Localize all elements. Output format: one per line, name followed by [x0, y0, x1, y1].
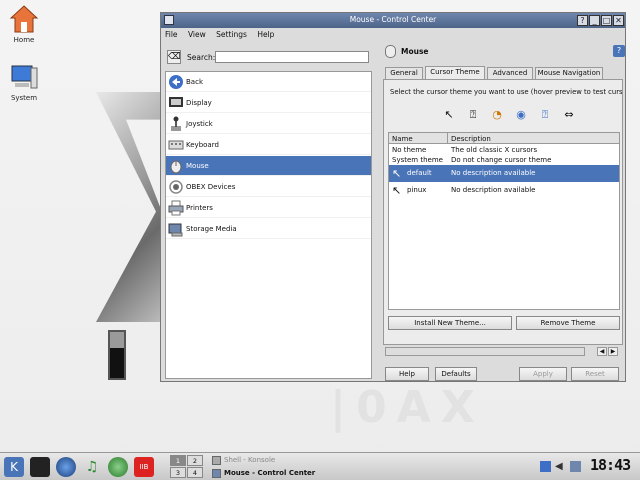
home-icon	[9, 5, 39, 33]
tab-cursor-theme[interactable]: Cursor Theme	[425, 66, 485, 79]
scroll-left-icon[interactable]: ◀	[597, 347, 607, 356]
konsole-icon	[212, 456, 221, 465]
module-item-display[interactable]: Display	[166, 93, 371, 113]
storage-icon	[168, 223, 183, 237]
cursor-theme-description: Select the cursor theme you want to use …	[390, 88, 622, 96]
table-header: Name Description	[389, 133, 619, 144]
install-theme-button[interactable]: Install New Theme...	[388, 316, 512, 330]
search-label: Search:	[187, 53, 216, 62]
theme-table: Name Description No theme The old classi…	[388, 132, 620, 310]
taskbar: K ♫ IIB 1 2 3 4 Shell - Konsole Mouse - …	[0, 452, 640, 480]
wallpaper-bar	[108, 330, 126, 380]
module-panel: Mouse ? General Cursor Theme Advanced Mo…	[379, 41, 625, 381]
joystick-icon	[171, 116, 181, 131]
maximize-button[interactable]: □	[601, 15, 612, 26]
table-row[interactable]: No theme The old classic X cursors	[389, 145, 619, 155]
desktop-pager-4[interactable]: 4	[187, 467, 203, 478]
defaults-button[interactable]: Defaults	[435, 367, 477, 381]
menu-file[interactable]: File	[165, 30, 178, 39]
menu-bar: File View Settings Help	[165, 30, 282, 42]
volume-icon[interactable]: ◀	[555, 461, 566, 472]
module-item-mouse[interactable]: Mouse	[166, 156, 371, 176]
scroll-right-icon[interactable]: ▶	[608, 347, 618, 356]
window-titlebar[interactable]: Mouse - Control Center ? _ □ ✕	[161, 13, 625, 28]
table-row[interactable]: System theme Do not change cursor theme	[389, 155, 619, 165]
busy-cursor-icon[interactable]: ◉	[514, 108, 528, 122]
window-title: Mouse - Control Center	[349, 15, 437, 24]
module-item-printers[interactable]: Printers	[166, 198, 371, 218]
wait-cursor-icon[interactable]: ◔	[490, 108, 504, 122]
tab-mouse-navigation[interactable]: Mouse Navigation	[535, 67, 603, 79]
app-icon[interactable]: IIB	[134, 457, 154, 477]
mouse-icon	[170, 160, 182, 174]
printer-icon	[168, 200, 184, 216]
control-center-window: Mouse - Control Center ? _ □ ✕ File View…	[160, 12, 626, 382]
arrow-cursor-icon[interactable]: ↖	[442, 108, 456, 122]
apply-button[interactable]: Apply	[519, 367, 567, 381]
question-cursor-icon[interactable]: ⍰	[538, 108, 552, 122]
minimize-button[interactable]: _	[589, 15, 600, 26]
task-konsole[interactable]: Shell - Konsole	[210, 455, 440, 467]
desktop-pager-3[interactable]: 3	[170, 467, 186, 478]
menu-settings[interactable]: Settings	[216, 30, 247, 39]
module-list: Back Display Joystick Keyboard Mouse OBE…	[165, 71, 372, 379]
column-name[interactable]: Name	[392, 135, 413, 143]
music-icon[interactable]: ♫	[82, 457, 102, 477]
help-button[interactable]: Help	[385, 367, 429, 381]
menu-help[interactable]: Help	[257, 30, 274, 39]
module-item-joystick[interactable]: Joystick	[166, 114, 371, 134]
table-row[interactable]: ↖ pinux No description available	[389, 182, 619, 199]
browser-icon[interactable]	[56, 457, 76, 477]
clear-search-icon[interactable]: ⌫	[167, 50, 181, 64]
display-icon	[169, 97, 183, 107]
desktop-icon-system[interactable]: System	[0, 62, 48, 102]
media-player-icon[interactable]	[108, 457, 128, 477]
horizontal-scrollbar[interactable]: ◀ ▶	[383, 347, 623, 357]
computer-icon	[11, 65, 38, 89]
column-description[interactable]: Description	[451, 135, 491, 143]
task-control-center[interactable]: Mouse - Control Center	[210, 468, 440, 480]
back-arrow-icon	[169, 75, 183, 89]
network-icon[interactable]	[540, 461, 551, 472]
keyboard-icon	[168, 140, 184, 150]
tab-general[interactable]: General	[385, 67, 423, 79]
cursor-theme-tab-panel: Select the cursor theme you want to use …	[383, 79, 623, 345]
module-item-back[interactable]: Back	[166, 72, 371, 92]
reset-button[interactable]: Reset	[571, 367, 619, 381]
menu-view[interactable]: View	[188, 30, 206, 39]
module-item-keyboard[interactable]: Keyboard	[166, 135, 371, 155]
resize-cursor-icon[interactable]: ⇔	[562, 108, 576, 122]
kmenu-icon[interactable]: K	[4, 457, 24, 477]
theme-cursor-icon: ↖	[392, 184, 402, 197]
obex-icon	[169, 180, 183, 194]
theme-cursor-icon: ↖	[392, 167, 402, 180]
module-item-obex-devices[interactable]: OBEX Devices	[166, 177, 371, 197]
desktop-pager-1[interactable]: 1	[170, 455, 186, 466]
tab-advanced[interactable]: Advanced	[487, 67, 533, 79]
module-help-icon[interactable]: ?	[613, 45, 625, 57]
control-center-icon	[212, 469, 221, 478]
module-title: Mouse	[401, 47, 429, 56]
clock[interactable]: 18:43	[590, 456, 636, 478]
cursor-preview[interactable]: ↖ ⍰ ◔ ◉ ⍰ ⇔	[442, 108, 602, 126]
search-input[interactable]	[215, 51, 369, 63]
help-title-button[interactable]: ?	[577, 15, 588, 26]
module-item-storage-media[interactable]: Storage Media	[166, 219, 371, 239]
desktop-pager-2[interactable]: 2	[187, 455, 203, 466]
wallpaper-watermark: |0AX	[330, 382, 485, 433]
help-cursor-icon[interactable]: ⍰	[466, 108, 480, 122]
close-button[interactable]: ✕	[613, 15, 624, 26]
terminal-icon[interactable]	[30, 457, 50, 477]
remove-theme-button[interactable]: Remove Theme	[516, 316, 620, 330]
search-bar: ⌫ Search:	[165, 48, 373, 70]
screen-icon[interactable]	[570, 461, 581, 472]
mouse-header-icon	[385, 45, 396, 58]
desktop-icon-home[interactable]: Home	[0, 4, 48, 44]
table-row[interactable]: ↖ default No description available	[389, 165, 619, 182]
